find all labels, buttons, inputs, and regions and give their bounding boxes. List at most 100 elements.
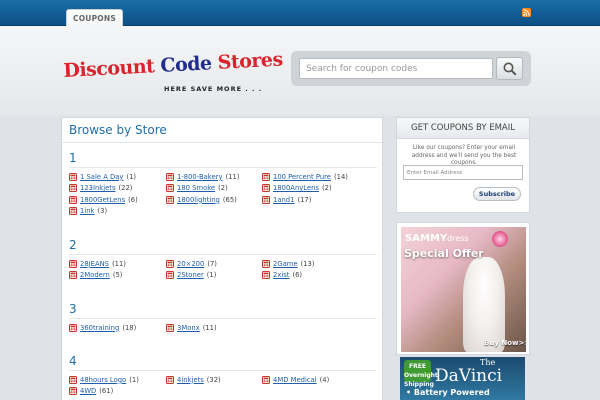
store-icon (69, 184, 77, 193)
coupon-count: (6) (128, 195, 138, 204)
search-input[interactable] (299, 58, 493, 79)
store-link[interactable]: 1800AnyLens (273, 184, 319, 192)
store-link[interactable]: 20×200 (177, 260, 204, 268)
store-icon (69, 172, 77, 181)
section-heading: 3 (69, 302, 77, 316)
sammy-dress-ad[interactable]: SAMMYdress Special Offer Buy Now>> (396, 222, 530, 355)
store-icon (262, 172, 270, 181)
store-link[interactable]: 28JEANS (80, 260, 109, 268)
store-item: 1and1 (17) (262, 194, 377, 206)
logo-word-stores: Stores (217, 48, 284, 74)
coupon-count: (32) (206, 375, 221, 384)
store-icon (69, 375, 77, 384)
store-link[interactable]: 2Modern (80, 271, 110, 279)
store-item: 2xist (6) (262, 270, 377, 282)
rss-icon[interactable] (522, 8, 531, 17)
ad-banner-image[interactable]: SAMMYdress Special Offer Buy Now>> (401, 227, 526, 352)
store-link[interactable]: 1 Sale A Day (80, 173, 123, 181)
coupon-count: (1) (206, 271, 217, 280)
store-icon (262, 184, 270, 193)
store-icon (166, 323, 174, 332)
store-item: 3Monx (11) (166, 322, 262, 334)
store-item: 1 Sale A Day (1) (69, 171, 166, 183)
site-logo[interactable]: Discount Code Stores HERE SAVE MORE . . … (63, 49, 283, 100)
divider (69, 254, 377, 255)
store-item: 2Modern (5) (69, 270, 166, 282)
section-heading: 2 (69, 238, 77, 252)
coupon-count: (65) (222, 195, 237, 204)
store-link[interactable]: 100 Percent Pure (273, 173, 331, 181)
store-icon (69, 259, 77, 268)
subscribe-button[interactable]: Subscribe (473, 187, 521, 201)
store-link[interactable]: 48hours Logo (80, 376, 126, 384)
store-item: 20×200 (7) (166, 258, 262, 270)
coupon-count: (14) (333, 172, 348, 181)
widget-title: GET COUPONS BY EMAIL (397, 118, 529, 139)
divider (62, 142, 382, 143)
store-link[interactable]: 2xist (273, 271, 289, 279)
store-link[interactable]: 360training (80, 324, 119, 332)
store-link[interactable]: 1800lighting (177, 196, 220, 204)
store-link[interactable]: 4WD (80, 387, 96, 395)
store-link[interactable]: 1800GetLens (80, 196, 125, 204)
coupon-count: (11) (202, 323, 217, 332)
email-field[interactable] (403, 165, 523, 180)
store-link[interactable]: 1ink (80, 207, 94, 215)
coupon-count: (1) (126, 172, 137, 181)
store-link[interactable]: 2Stoner (177, 271, 204, 279)
coupon-count: (6) (292, 271, 303, 280)
store-link[interactable]: 4inkjets (177, 376, 204, 384)
store-item: 100 Percent Pure (14) (262, 171, 377, 183)
store-item: 1800AnyLens (2) (262, 183, 377, 195)
search-box (291, 51, 531, 86)
divider (69, 167, 377, 168)
logo-word-discount: Discount (62, 55, 155, 82)
store-list: 1 Sale A Day (1) 1-800-Bakery (11) 100 Perce… (69, 171, 377, 217)
logo-tagline: HERE SAVE MORE . . . (164, 85, 263, 93)
store-item: 1800GetLens (6) (69, 194, 166, 206)
browse-panel: Browse by Store 1 1 Sale A Day (1) 1-800-B… (61, 117, 383, 400)
coupon-count: (13) (300, 259, 315, 268)
store-list: 360training (18) 3Monx (11) (69, 322, 377, 334)
coupon-count: (5) (112, 271, 123, 280)
store-icon (262, 375, 270, 384)
store-link[interactable]: 2Game (273, 260, 298, 268)
store-icon (262, 271, 270, 280)
store-link[interactable]: 180 Smoke (177, 184, 215, 192)
store-item: 4WD (61) (69, 386, 166, 398)
coupon-count: (61) (99, 387, 114, 396)
store-item: 123Inkjets (22) (69, 183, 166, 195)
store-item: 1ink (3) (69, 206, 166, 218)
coupon-count: (1) (129, 375, 139, 384)
coupon-count: (2) (218, 184, 228, 193)
store-icon (262, 259, 270, 268)
ad-buy-now-link[interactable]: Buy Now>> (484, 339, 526, 347)
store-item: 2Stoner (1) (166, 270, 262, 282)
search-button[interactable] (496, 57, 523, 80)
store-item: 180 Smoke (2) (166, 183, 262, 195)
store-section-1: 1 1 Sale A Day (1) 1-800-Bakery (11) 100 Per… (69, 150, 377, 217)
bride-illustration (463, 257, 505, 352)
coupon-count: (3) (97, 207, 108, 216)
store-item: 28JEANS (11) (69, 258, 166, 270)
store-section-3: 3 360training (18) 3Monx (11) (69, 301, 377, 334)
store-section-4: 4 48hours Logo (1) 4inkjets (32) 4MD Medical… (69, 353, 377, 397)
store-list: 28JEANS (11) 20×200 (7) 2Game (13) 2Modern (5) 2… (69, 258, 377, 281)
email-signup-widget: GET COUPONS BY EMAIL Like our coupons? E… (396, 117, 530, 213)
store-link[interactable]: 3Monx (177, 324, 200, 332)
coupon-count: (11) (112, 259, 126, 268)
ad-tagline: • Battery Powered (406, 388, 490, 397)
store-link[interactable]: 1-800-Bakery (177, 173, 222, 181)
store-item: 1-800-Bakery (11) (166, 171, 262, 183)
divider (69, 318, 377, 319)
ad-product-name: DaVinci (435, 366, 503, 386)
store-link[interactable]: 1and1 (273, 196, 294, 204)
store-item: 1800lighting (65) (166, 194, 262, 206)
davinci-ad[interactable]: FREE Overnight Shipping The DaVinci • Ba… (400, 357, 525, 400)
coupon-count: (17) (297, 195, 312, 204)
store-icon (69, 207, 77, 216)
store-icon (69, 323, 77, 332)
store-link[interactable]: 123Inkjets (80, 184, 116, 192)
store-link[interactable]: 4MD Medical (273, 376, 317, 384)
store-icon (166, 172, 174, 181)
